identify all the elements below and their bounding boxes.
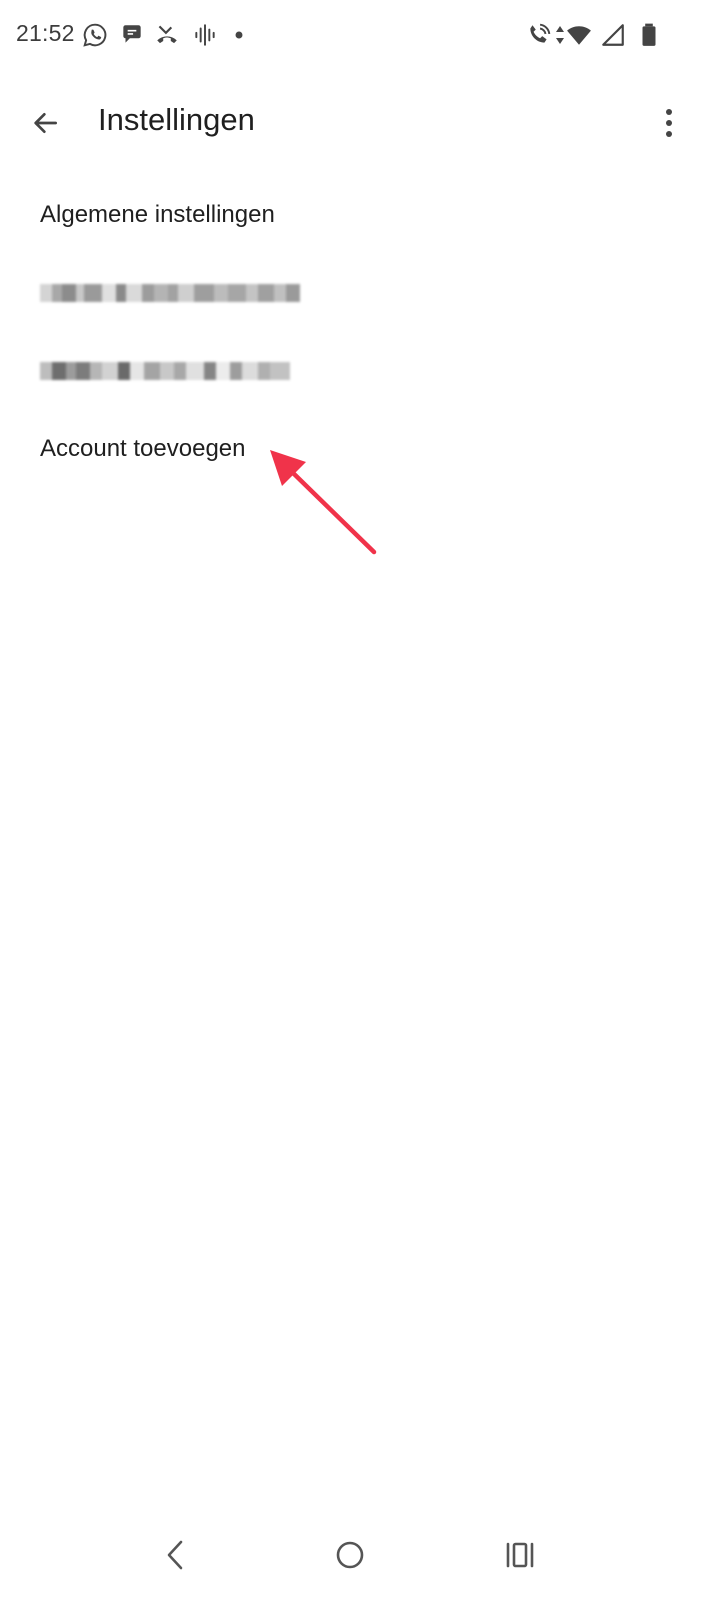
back-button[interactable] [20, 100, 70, 146]
nav-back-button[interactable] [146, 1530, 206, 1580]
dot-icon [226, 22, 252, 48]
battery-icon [636, 22, 662, 48]
wifi-call-icon [526, 22, 552, 48]
nav-back-icon [167, 1540, 183, 1570]
nav-home-button[interactable] [320, 1530, 380, 1580]
arrow-back-icon [34, 113, 57, 133]
status-time: 21:52 [16, 20, 75, 46]
nav-home-icon [336, 1541, 364, 1569]
app-bar: Instellingen [0, 80, 720, 168]
settings-item-general[interactable]: Algemene instellingen [0, 176, 720, 254]
missed-call-icon [154, 22, 180, 48]
more-options-button[interactable] [654, 100, 684, 146]
wifi-icon [566, 22, 592, 48]
nav-recents-icon [506, 1542, 534, 1568]
voice-wave-icon [192, 22, 218, 48]
settings-item-add-account[interactable]: Account toevoegen [0, 410, 720, 488]
settings-item-account-2[interactable] [0, 332, 720, 410]
status-bar: 21:52 [0, 0, 720, 72]
more-vert-icon [666, 109, 672, 137]
nav-recents-button[interactable] [490, 1530, 550, 1580]
whatsapp-icon [82, 22, 108, 48]
chat-bubble-icon [119, 22, 145, 48]
page-title: Instellingen [98, 102, 255, 137]
redacted-account-email [40, 358, 290, 384]
settings-item-account-1[interactable] [0, 254, 720, 332]
settings-item-label: Algemene instellingen [40, 201, 275, 228]
redacted-account-email [40, 280, 300, 306]
navigation-bar [0, 1510, 720, 1600]
signal-icon [600, 22, 626, 48]
settings-item-label: Account toevoegen [40, 435, 246, 462]
